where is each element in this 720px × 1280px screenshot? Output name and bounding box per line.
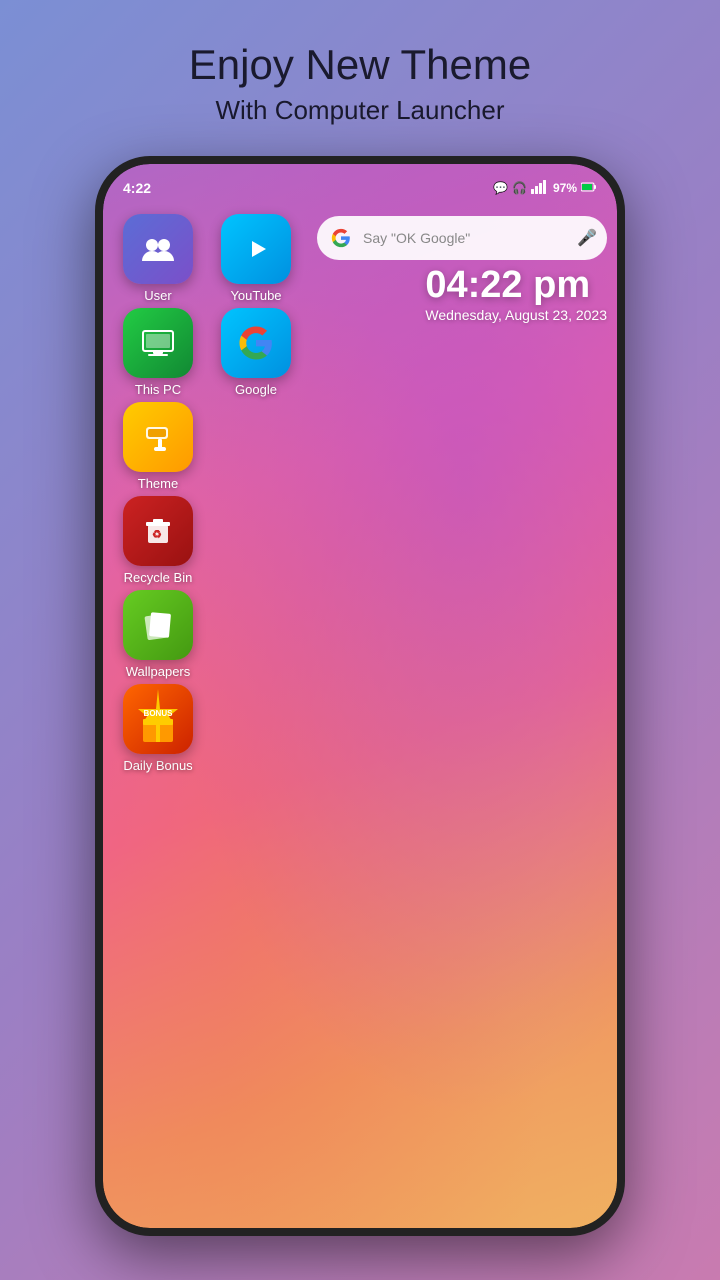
- app-icon-dailybonus[interactable]: BONUS Daily Bonus: [113, 684, 203, 773]
- search-placeholder: Say "OK Google": [363, 230, 569, 246]
- battery-icon: [581, 179, 597, 197]
- app-row-5: BONUS Daily Bonus: [113, 684, 323, 773]
- app-icon-thispc[interactable]: This PC: [113, 308, 203, 397]
- dailybonus-icon-bg: BONUS: [123, 684, 193, 754]
- chat-notification-icon: 💬: [493, 181, 508, 195]
- signal-icon: [531, 180, 549, 197]
- user-icon-bg: [123, 214, 193, 284]
- theme-icon-bg: [123, 402, 193, 472]
- clock-time: 04:22 pm: [425, 264, 607, 307]
- status-icons: 💬 🎧 97%: [493, 179, 597, 197]
- status-bar: 4:22 💬 🎧 97%: [103, 164, 617, 204]
- app-row-0: User YouTube: [113, 214, 323, 303]
- wallpapers-icon-bg: [123, 590, 193, 660]
- app-row-2: Theme: [113, 402, 323, 491]
- app-icon-wallpapers[interactable]: Wallpapers: [113, 590, 203, 679]
- recycle-app-label: Recycle Bin: [124, 570, 193, 585]
- google-search-bar[interactable]: Say "OK Google" 🎤: [317, 216, 607, 260]
- app-icon-theme[interactable]: Theme: [113, 402, 203, 491]
- theme-app-label: Theme: [138, 476, 178, 491]
- clock-widget: 04:22 pm Wednesday, August 23, 2023: [425, 264, 607, 323]
- headset-icon: 🎧: [512, 181, 527, 195]
- svg-text:♻: ♻: [152, 529, 162, 541]
- svg-text:BONUS: BONUS: [144, 709, 174, 718]
- thispc-icon-bg: [123, 308, 193, 378]
- user-app-label: User: [144, 288, 171, 303]
- apps-container: User YouTube: [113, 214, 323, 773]
- app-row-3: ♻ Recycle Bin: [113, 496, 323, 585]
- app-icon-recycle[interactable]: ♻ Recycle Bin: [113, 496, 203, 585]
- status-time: 4:22: [123, 180, 151, 196]
- wallpapers-app-label: Wallpapers: [126, 664, 191, 679]
- microphone-icon[interactable]: 🎤: [577, 228, 597, 248]
- phone-frame: 4:22 💬 🎧 97%: [95, 156, 625, 1236]
- phone-screen: 4:22 💬 🎧 97%: [103, 164, 617, 1228]
- app-row-1: This PC Google: [113, 308, 323, 397]
- youtube-icon-bg: [221, 214, 291, 284]
- recycle-icon-bg: ♻: [123, 496, 193, 566]
- dailybonus-app-label: Daily Bonus: [123, 758, 192, 773]
- page-title: Enjoy New Theme: [189, 40, 531, 90]
- clock-date: Wednesday, August 23, 2023: [425, 307, 607, 323]
- google-icon-bg: [221, 308, 291, 378]
- phone-mockup: 4:22 💬 🎧 97%: [95, 156, 625, 1236]
- youtube-app-label: YouTube: [230, 288, 281, 303]
- app-icon-youtube[interactable]: YouTube: [211, 214, 301, 303]
- thispc-app-label: This PC: [135, 382, 181, 397]
- app-row-4: Wallpapers: [113, 590, 323, 679]
- page-subtitle: With Computer Launcher: [189, 95, 531, 126]
- google-app-label: Google: [235, 382, 277, 397]
- app-icon-google[interactable]: Google: [211, 308, 301, 397]
- app-icon-user[interactable]: User: [113, 214, 203, 303]
- google-g-logo: [327, 224, 355, 252]
- battery-indicator: 97%: [553, 181, 577, 195]
